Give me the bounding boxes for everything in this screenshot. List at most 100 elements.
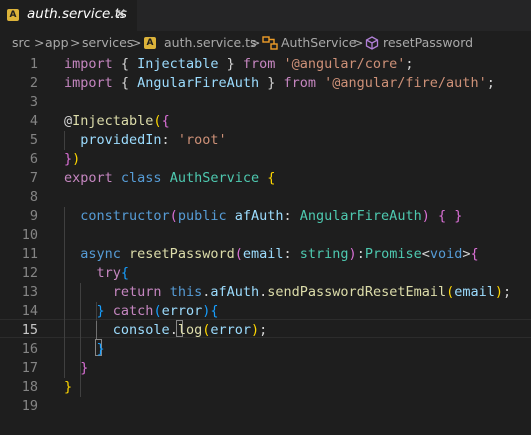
class-icon bbox=[262, 36, 278, 50]
code-token: export bbox=[64, 170, 113, 186]
code-line[interactable]: import { AngularFireAuth } from '@angula… bbox=[64, 74, 495, 93]
code-token: ( bbox=[153, 113, 162, 129]
code-token: ( bbox=[234, 246, 243, 262]
code-token: void bbox=[429, 246, 463, 262]
breadcrumb-services[interactable]: services bbox=[82, 35, 133, 50]
line-number: 15 bbox=[21, 322, 38, 338]
code-token: } bbox=[454, 208, 463, 224]
code-token: AngularFireAuth bbox=[299, 208, 422, 224]
code-token: ( bbox=[446, 284, 455, 300]
line-number: 3 bbox=[29, 94, 38, 110]
code-token: : bbox=[356, 246, 365, 262]
code-line[interactable]: }) bbox=[64, 150, 80, 169]
code-token: 'root' bbox=[177, 132, 227, 148]
code-line[interactable]: } bbox=[64, 378, 72, 397]
code-editor[interactable]: 1 2 3 4 5 6 7 8 9 10 11 12 13 14 15 16 17 18 19 import { I… bbox=[0, 55, 531, 435]
line-number: 6 bbox=[29, 151, 38, 167]
line-number: 18 bbox=[21, 379, 38, 395]
method-icon bbox=[365, 36, 379, 50]
code-token: ) bbox=[494, 284, 504, 300]
line-number: 2 bbox=[29, 75, 38, 91]
code-line[interactable]: } bbox=[64, 359, 88, 378]
code-token: catch bbox=[112, 303, 154, 319]
code-line[interactable]: export class AuthService { bbox=[64, 169, 275, 188]
breadcrumb-file[interactable]: auth.service.ts bbox=[164, 35, 257, 50]
code-token: } bbox=[96, 341, 105, 357]
code-token: { bbox=[161, 113, 170, 129]
code-token: return bbox=[112, 284, 162, 300]
code-token: sendPasswordResetEmail bbox=[267, 284, 447, 300]
breadcrumb-src[interactable]: src bbox=[12, 35, 30, 50]
code-token: string bbox=[299, 246, 349, 262]
code-token: resetPassword bbox=[129, 246, 235, 262]
breadcrumb-separator: > bbox=[353, 35, 364, 50]
tab-auth-service[interactable]: A auth.service.ts ✕ bbox=[0, 0, 137, 31]
close-icon[interactable]: ✕ bbox=[114, 5, 127, 23]
code-line[interactable]: import { Injectable } from '@angular/cor… bbox=[64, 55, 414, 74]
code-token: try bbox=[96, 265, 121, 281]
line-number: 17 bbox=[21, 360, 38, 376]
code-token: console bbox=[112, 322, 170, 338]
angular-icon: A bbox=[144, 37, 156, 49]
code-token: import bbox=[64, 75, 113, 91]
code-line[interactable]: async resetPassword(email: string):Promi… bbox=[64, 245, 478, 264]
code-token: email bbox=[454, 284, 495, 300]
code-token: { bbox=[210, 303, 219, 319]
code-line[interactable]: try{ bbox=[64, 264, 130, 283]
code-line[interactable]: console.log(error); bbox=[64, 321, 268, 340]
code-line[interactable]: @Injectable({ bbox=[64, 112, 170, 131]
code-token: ( bbox=[169, 208, 178, 224]
breadcrumb-app[interactable]: app bbox=[45, 35, 69, 50]
line-number: 4 bbox=[29, 113, 38, 129]
code-token: Promise bbox=[364, 246, 422, 262]
code-token: { bbox=[120, 265, 130, 281]
code-line[interactable]: return this.afAuth.sendPasswordResetEmai… bbox=[64, 283, 511, 302]
code-line[interactable]: providedIn: 'root' bbox=[64, 131, 227, 150]
code-token: } bbox=[64, 151, 73, 167]
code-token: this bbox=[169, 284, 203, 300]
line-number: 16 bbox=[21, 341, 38, 357]
code-token: } bbox=[64, 379, 73, 395]
code-line[interactable]: } bbox=[64, 340, 105, 359]
code-token: error bbox=[161, 303, 203, 319]
code-token: ; bbox=[259, 322, 268, 338]
code-line[interactable]: } catch(error){ bbox=[64, 302, 219, 321]
code-token: from bbox=[242, 56, 276, 72]
line-number: 12 bbox=[21, 265, 38, 281]
line-number: 9 bbox=[29, 208, 38, 224]
code-token: constructor bbox=[80, 208, 170, 224]
code-token: } bbox=[259, 75, 284, 91]
code-token: from bbox=[283, 75, 316, 91]
breadcrumb-class[interactable]: AuthService bbox=[281, 35, 357, 50]
code-token: { bbox=[267, 170, 276, 186]
code-token: AngularFireAuth bbox=[137, 75, 260, 91]
code-token: < bbox=[421, 246, 430, 262]
code-token: . bbox=[169, 322, 178, 338]
code-token: '@angular/core' bbox=[283, 56, 406, 72]
code-token: @ bbox=[64, 113, 73, 129]
code-token: error bbox=[210, 322, 251, 338]
code-token: ( bbox=[153, 303, 162, 319]
breadcrumb-method[interactable]: resetPassword bbox=[383, 35, 473, 50]
breadcrumb: src > app > services > A auth.service.ts… bbox=[0, 31, 531, 54]
code-token: ; bbox=[503, 284, 512, 300]
code-line[interactable]: constructor(public afAuth: AngularFireAu… bbox=[64, 207, 462, 226]
code-token: : bbox=[283, 246, 300, 262]
line-number: 19 bbox=[21, 398, 38, 414]
code-token: ) bbox=[421, 208, 430, 224]
code-token: email bbox=[242, 246, 284, 262]
code-token: afAuth bbox=[210, 284, 260, 300]
code-token: ) bbox=[348, 246, 357, 262]
angular-icon: A bbox=[7, 9, 19, 21]
tab-label: auth.service.ts bbox=[27, 6, 127, 22]
